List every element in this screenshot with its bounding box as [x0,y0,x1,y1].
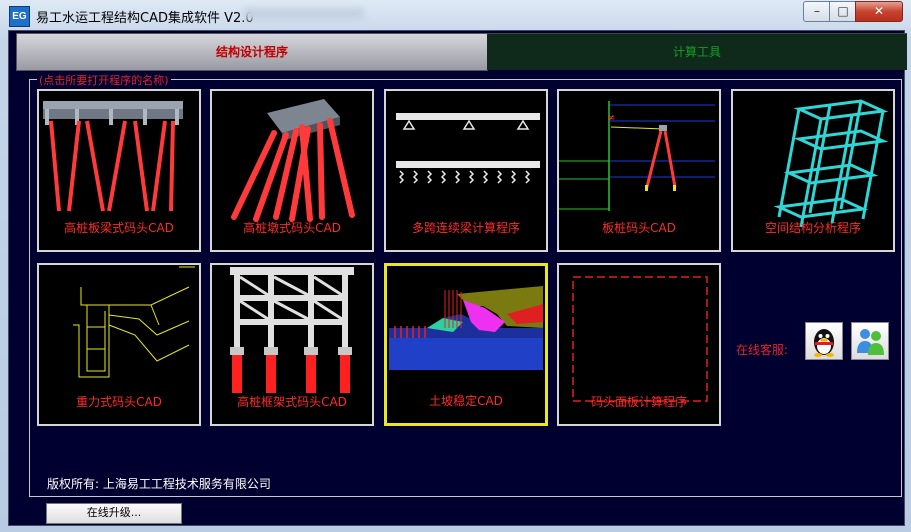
program-card-space-frame[interactable]: 空间结构分析程序 [731,89,895,252]
program-card-pile-slab-wharf[interactable]: 高桩板梁式码头CAD [37,89,201,252]
title-bar[interactable]: EG 易工水运工程结构CAD集成软件 V2.0 – □ ✕ [0,0,911,30]
program-label: 高桩板梁式码头CAD [64,221,174,235]
qq-support-button[interactable] [805,322,843,360]
tab-structure-design[interactable]: 结构设计程序 [16,33,488,71]
group-hint-label: (点击所要打开程序的名称) [37,72,171,88]
close-icon: ✕ [873,4,885,18]
program-label: 重力式码头CAD [76,395,162,409]
program-label: 码头面板计算程序 [590,395,687,409]
maximize-button[interactable]: □ [829,1,857,22]
online-support-label: 在线客服: [736,343,789,357]
msn-messenger-icon [857,329,884,355]
copyright-text: 版权所有: 上海易工工程技术服务有限公司 [47,477,271,491]
program-label: 土坡稳定CAD [429,394,503,408]
program-card-slope-stability[interactable]: 土坡稳定CAD [384,263,548,426]
online-upgrade-button[interactable]: 在线升级... [46,503,182,524]
qq-penguin-icon [814,329,834,357]
program-label: 板桩码头CAD [602,221,676,235]
program-label: 高桩墩式码头CAD [243,221,341,235]
program-card-pile-pier-wharf[interactable]: 高桩墩式码头CAD [210,89,374,252]
main-client-area: 结构设计程序 计算工具 (点击所要打开程序的名称) 高桩板梁式码头CAD 高桩墩… [8,30,907,526]
program-label: 空间结构分析程序 [764,221,861,235]
title-redacted-area [244,8,364,20]
program-panel: (点击所要打开程序的名称) 高桩板梁式码头CAD 高桩墩式码头CAD 多跨连续梁… [29,72,902,524]
program-card-sheet-pile-wharf[interactable]: ≠ 板桩码头CAD [557,89,721,252]
program-label: 多跨连续梁计算程序 [411,221,520,235]
program-card-pile-frame-wharf[interactable]: 高桩框架式码头CAD [210,263,374,426]
program-card-continuous-beam[interactable]: 多跨连续梁计算程序 [384,89,548,252]
svg-text:≠: ≠ [607,113,615,124]
tab-calc-tools[interactable]: 计算工具 [487,33,907,70]
window-title: 易工水运工程结构CAD集成软件 V2.0 [36,11,254,26]
program-card-wharf-panel[interactable]: 码头面板计算程序 [557,263,721,426]
msn-support-button[interactable] [851,322,889,360]
maximize-icon: □ [837,4,849,18]
app-window: EG 易工水运工程结构CAD集成软件 V2.0 – □ ✕ 结构设计程序 计算工… [0,0,911,532]
app-logo-icon: EG [9,6,30,27]
close-button[interactable]: ✕ [855,1,903,22]
program-card-gravity-wharf[interactable]: 重力式码头CAD [37,263,201,426]
minimize-button[interactable]: – [803,1,831,22]
minimize-icon: – [814,4,820,18]
program-label: 高桩框架式码头CAD [237,395,347,409]
